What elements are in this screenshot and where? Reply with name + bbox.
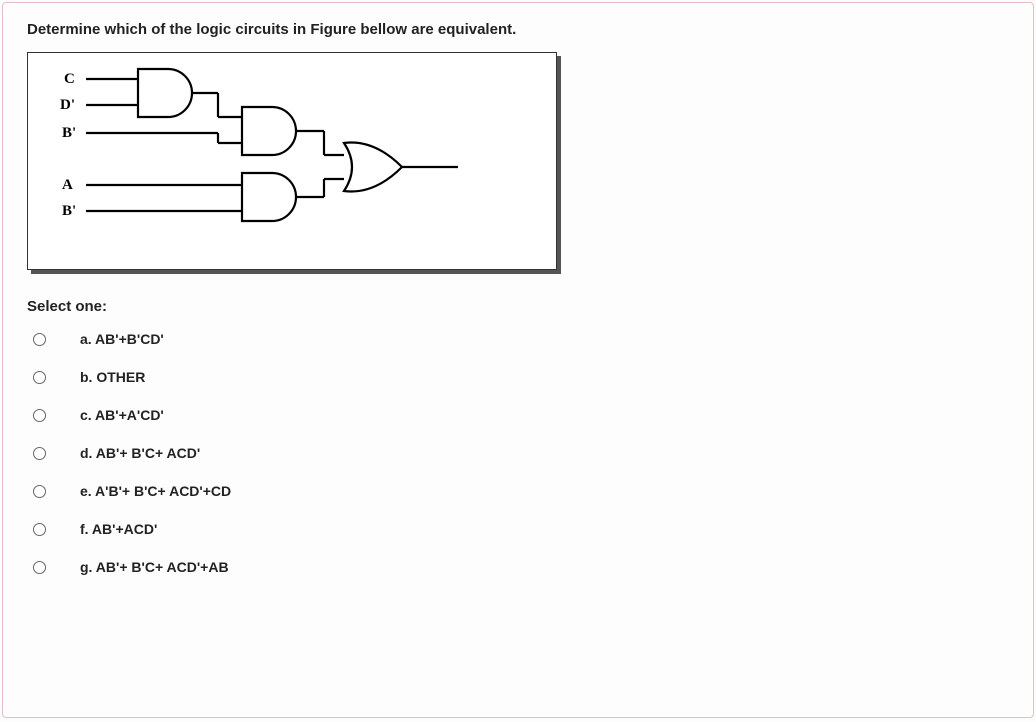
option-label: c. AB'+A'CD' bbox=[80, 407, 164, 423]
question-prompt: Determine which of the logic circuits in… bbox=[27, 21, 1009, 38]
select-one-label: Select one: bbox=[27, 298, 1009, 315]
question-container: Determine which of the logic circuits in… bbox=[2, 2, 1034, 718]
circuit-svg bbox=[28, 53, 558, 271]
radio-button[interactable] bbox=[33, 523, 46, 536]
option-row[interactable]: e. A'B'+ B'C+ ACD'+CD bbox=[27, 483, 1009, 499]
radio-button[interactable] bbox=[33, 409, 46, 422]
circuit-figure: C D' B' A B' bbox=[27, 52, 557, 270]
option-row[interactable]: d. AB'+ B'C+ ACD' bbox=[27, 445, 1009, 461]
option-row[interactable]: f. AB'+ACD' bbox=[27, 521, 1009, 537]
option-label: b. OTHER bbox=[80, 369, 145, 385]
option-label: e. A'B'+ B'C+ ACD'+CD bbox=[80, 483, 231, 499]
option-label: g. AB'+ B'C+ ACD'+AB bbox=[80, 559, 229, 575]
radio-button[interactable] bbox=[33, 333, 46, 346]
option-row[interactable]: c. AB'+A'CD' bbox=[27, 407, 1009, 423]
option-label: a. AB'+B'CD' bbox=[80, 331, 164, 347]
option-row[interactable]: a. AB'+B'CD' bbox=[27, 331, 1009, 347]
option-label: f. AB'+ACD' bbox=[80, 521, 157, 537]
option-label: d. AB'+ B'C+ ACD' bbox=[80, 445, 200, 461]
radio-button[interactable] bbox=[33, 485, 46, 498]
radio-button[interactable] bbox=[33, 447, 46, 460]
option-row[interactable]: g. AB'+ B'C+ ACD'+AB bbox=[27, 559, 1009, 575]
radio-button[interactable] bbox=[33, 371, 46, 384]
radio-button[interactable] bbox=[33, 561, 46, 574]
options-list: a. AB'+B'CD' b. OTHER c. AB'+A'CD' d. AB… bbox=[27, 331, 1009, 575]
option-row[interactable]: b. OTHER bbox=[27, 369, 1009, 385]
